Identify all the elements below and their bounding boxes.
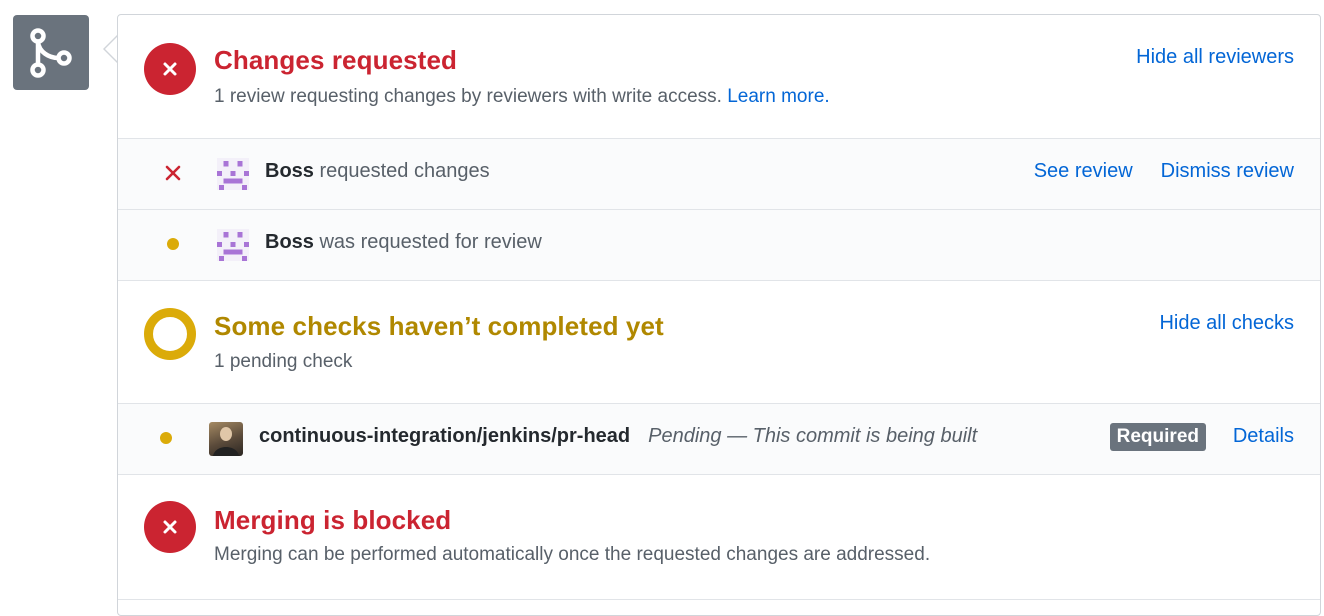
learn-more-link[interactable]: Learn more. xyxy=(727,86,829,107)
review-status-text: requested changes xyxy=(319,160,490,182)
merge-section: Merging is blocked Merging can be perfor… xyxy=(118,475,1320,600)
reviews-section: Changes requested 1 review requesting ch… xyxy=(118,15,1320,139)
x-circle-icon xyxy=(144,501,196,553)
review-row-text: Boss requested changes xyxy=(265,160,490,183)
check-row: continuous-integration/jenkins/pr-head Pe… xyxy=(118,404,1320,475)
review-row: Boss was requested for review xyxy=(118,210,1320,281)
check-details-link[interactable]: Details xyxy=(1233,425,1294,448)
avatar[interactable] xyxy=(209,422,243,456)
check-name: continuous-integration/jenkins/pr-head xyxy=(259,425,631,447)
avatar[interactable] xyxy=(217,158,249,190)
checks-description: 1 pending check xyxy=(214,351,353,372)
hide-all-checks-button[interactable]: Hide all checks xyxy=(1159,312,1294,335)
dot-icon xyxy=(163,234,183,254)
ring-icon xyxy=(144,308,196,360)
hide-all-reviewers-button[interactable]: Hide all reviewers xyxy=(1136,46,1294,69)
merge-blocked-description: Merging can be performed automatically o… xyxy=(214,544,931,565)
checks-section: Some checks haven’t completed yet 1 pend… xyxy=(118,281,1320,404)
x-circle-icon xyxy=(144,43,196,95)
panel-caret xyxy=(103,34,119,64)
merge-blocked-title: Merging is blocked xyxy=(214,505,452,535)
git-merge-icon xyxy=(13,15,89,90)
changes-requested-title: Changes requested xyxy=(214,45,457,75)
dismiss-review-link[interactable]: Dismiss review xyxy=(1161,160,1294,183)
review-row-actions: See review Dismiss review xyxy=(1034,160,1294,183)
x-icon xyxy=(163,163,183,183)
merge-status-panel: Changes requested 1 review requesting ch… xyxy=(117,14,1321,616)
reviews-description-text: 1 review requesting changes by reviewers… xyxy=(214,86,722,107)
checks-title: Some checks haven’t completed yet xyxy=(214,311,664,341)
dot-icon xyxy=(156,428,176,448)
see-review-link[interactable]: See review xyxy=(1034,160,1133,183)
check-row-text: continuous-integration/jenkins/pr-head Pe… xyxy=(259,425,977,448)
changes-requested-description: 1 review requesting changes by reviewers… xyxy=(214,86,830,108)
review-status-text: was requested for review xyxy=(319,231,542,253)
avatar[interactable] xyxy=(217,229,249,261)
review-row-text: Boss was requested for review xyxy=(265,231,542,254)
review-row: Boss requested changes See review Dismis… xyxy=(118,139,1320,210)
reviewer-name[interactable]: Boss xyxy=(265,231,314,253)
reviewer-name[interactable]: Boss xyxy=(265,160,314,182)
check-status-text: Pending — This commit is being built xyxy=(648,425,978,447)
required-badge: Required xyxy=(1109,423,1206,451)
